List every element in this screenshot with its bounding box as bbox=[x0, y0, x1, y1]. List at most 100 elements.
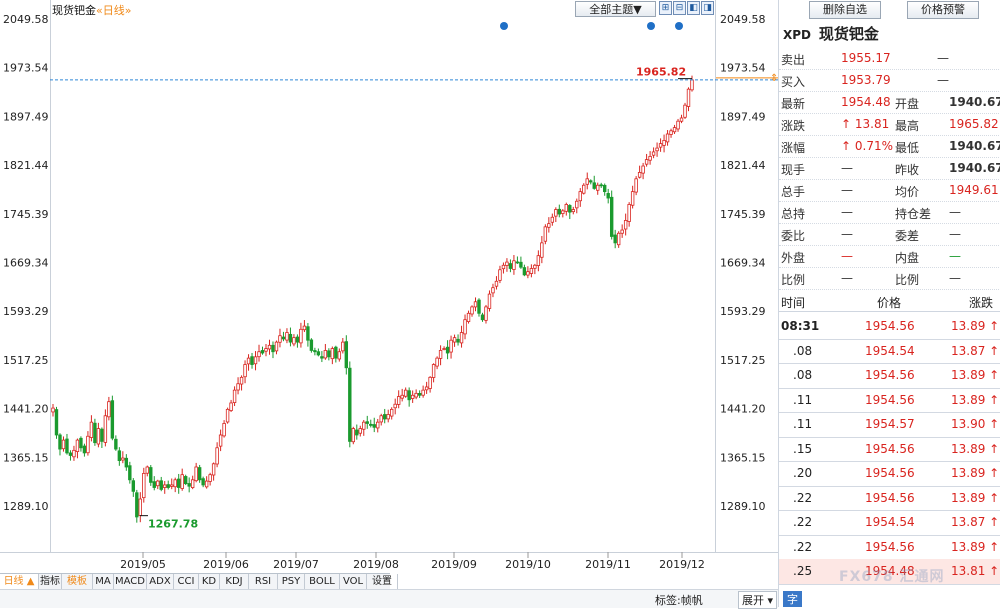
candle-body bbox=[637, 172, 642, 178]
y-tick-label-right: 1593.29 bbox=[720, 305, 766, 318]
quote-value: ↑ 0.71% bbox=[841, 139, 893, 153]
indicator-tab[interactable]: ADX bbox=[147, 574, 174, 589]
indicator-tab[interactable]: 设置 bbox=[367, 574, 398, 589]
candle-body bbox=[295, 336, 300, 343]
candle-body bbox=[424, 386, 429, 391]
quote-value: 1955.17 bbox=[841, 51, 891, 65]
candle-body bbox=[131, 480, 136, 492]
indicator-tab[interactable]: KD bbox=[199, 574, 220, 589]
candle-body bbox=[142, 473, 146, 499]
candle-body bbox=[498, 269, 502, 281]
candle-body bbox=[124, 457, 129, 468]
x-tick-label: 2019/08 bbox=[353, 558, 399, 571]
candle-body bbox=[438, 350, 443, 359]
candle-body bbox=[578, 191, 582, 202]
quote-value: — bbox=[841, 249, 853, 263]
tick-change: 13.90 ↑ bbox=[951, 417, 1000, 431]
y-tick-label-left: 1593.29 bbox=[3, 305, 49, 318]
quote-label: 最新 bbox=[781, 97, 806, 111]
x-tick-label: 2019/11 bbox=[585, 558, 631, 571]
indicator-tab[interactable]: 指标 bbox=[39, 574, 62, 589]
tick-row: 08:31 1954.56 13.89 ↑ bbox=[779, 314, 1000, 340]
candle-body bbox=[536, 255, 541, 266]
candle-body bbox=[75, 439, 80, 452]
tick-price: 1954.57 bbox=[865, 417, 915, 431]
candle-body bbox=[302, 325, 307, 331]
candle-body bbox=[585, 178, 589, 185]
y-tick-label-right: 1517.25 bbox=[720, 354, 766, 367]
y-tick-label-right: 1669.34 bbox=[720, 257, 766, 270]
quote-label: 均价 bbox=[895, 185, 920, 199]
y-tick-label-left: 1745.39 bbox=[3, 208, 49, 221]
candle-body bbox=[644, 159, 649, 165]
event-marker-icon[interactable] bbox=[500, 22, 508, 30]
watermark: FX678 汇通网 bbox=[839, 569, 945, 585]
candle-body bbox=[100, 428, 104, 442]
candle-body bbox=[396, 396, 401, 405]
candle-body bbox=[613, 234, 617, 244]
candle-body bbox=[103, 415, 108, 443]
indicator-tab[interactable]: VOL bbox=[340, 574, 367, 589]
tick-time: .22 bbox=[793, 490, 813, 505]
x-tick-label: 2019/07 bbox=[273, 558, 319, 571]
event-marker-icon[interactable] bbox=[647, 22, 655, 30]
candle-body bbox=[348, 367, 352, 442]
candle-body bbox=[683, 104, 687, 118]
y-tick-label-left: 1365.15 bbox=[3, 451, 49, 464]
candle-body bbox=[316, 351, 321, 356]
candle-body bbox=[323, 350, 328, 359]
bottom-status-last[interactable]: 字 bbox=[783, 591, 802, 607]
tick-change: 13.89 ↑ bbox=[951, 466, 1000, 480]
quote-value: 1940.67 bbox=[949, 161, 1000, 175]
candle-body bbox=[183, 476, 188, 485]
quote-value: 1954.48 bbox=[841, 95, 891, 109]
candle-body bbox=[218, 434, 223, 447]
candle-body bbox=[156, 480, 160, 487]
candle-body bbox=[313, 350, 317, 353]
tick-price: 1954.54 bbox=[865, 343, 915, 358]
candle-body bbox=[484, 306, 488, 321]
expand-button[interactable]: 展开 ▾ bbox=[738, 591, 778, 609]
candle-body bbox=[173, 479, 177, 488]
indicator-tab[interactable]: BOLL bbox=[305, 574, 340, 589]
event-marker-icon[interactable] bbox=[675, 22, 683, 30]
indicator-tab[interactable]: KDJ bbox=[220, 574, 249, 589]
quote-value: — bbox=[841, 205, 853, 219]
tick-price: 1954.56 bbox=[865, 441, 915, 456]
tick-price: 1954.56 bbox=[865, 319, 915, 333]
indicator-tab[interactable]: RSI bbox=[249, 574, 278, 589]
candle-body bbox=[428, 376, 432, 389]
indicator-tab[interactable]: PSY bbox=[278, 574, 305, 589]
last-price-arrow-icon: ⇕ bbox=[770, 73, 778, 84]
delete-watchlist-button[interactable]: 删除自选 bbox=[809, 1, 881, 19]
quote-label: 最低 bbox=[895, 141, 920, 155]
indicator-tab[interactable]: 模板 bbox=[62, 574, 93, 589]
candle-body bbox=[386, 414, 390, 420]
quote-label: 昨收 bbox=[895, 163, 920, 177]
quote-value: — bbox=[841, 183, 853, 197]
candle-body bbox=[620, 229, 624, 234]
candlestick-chart[interactable]: 2049.58 1973.54 1897.49 1821.44 1745.39 1669.… bbox=[0, 0, 778, 573]
candle-body bbox=[529, 268, 534, 274]
quote-value: — bbox=[937, 73, 949, 87]
quote-label: 开盘 bbox=[895, 97, 920, 111]
candle-body bbox=[466, 312, 471, 322]
candle-body bbox=[473, 301, 478, 308]
quote-row: 买入 1953.79 — bbox=[779, 69, 1000, 92]
quote-value: — bbox=[841, 161, 853, 175]
candle-body bbox=[519, 261, 523, 268]
indicator-tab[interactable]: CCI bbox=[174, 574, 199, 589]
indicator-tab[interactable]: MA bbox=[93, 574, 114, 589]
candle-body bbox=[250, 356, 254, 365]
candle-body bbox=[58, 434, 62, 450]
candle-body bbox=[669, 130, 673, 135]
candle-body bbox=[407, 390, 411, 401]
candle-body bbox=[344, 341, 349, 369]
price-alert-button[interactable]: 价格预警 bbox=[907, 1, 979, 19]
candle-body bbox=[372, 424, 376, 428]
indicator-tab[interactable]: 日线 ▲ bbox=[0, 574, 39, 589]
candle-body bbox=[449, 339, 453, 353]
candle-body bbox=[334, 346, 338, 359]
indicator-tab[interactable]: MACD bbox=[114, 574, 147, 589]
quote-title: XPD 现货钯金 bbox=[783, 23, 879, 45]
